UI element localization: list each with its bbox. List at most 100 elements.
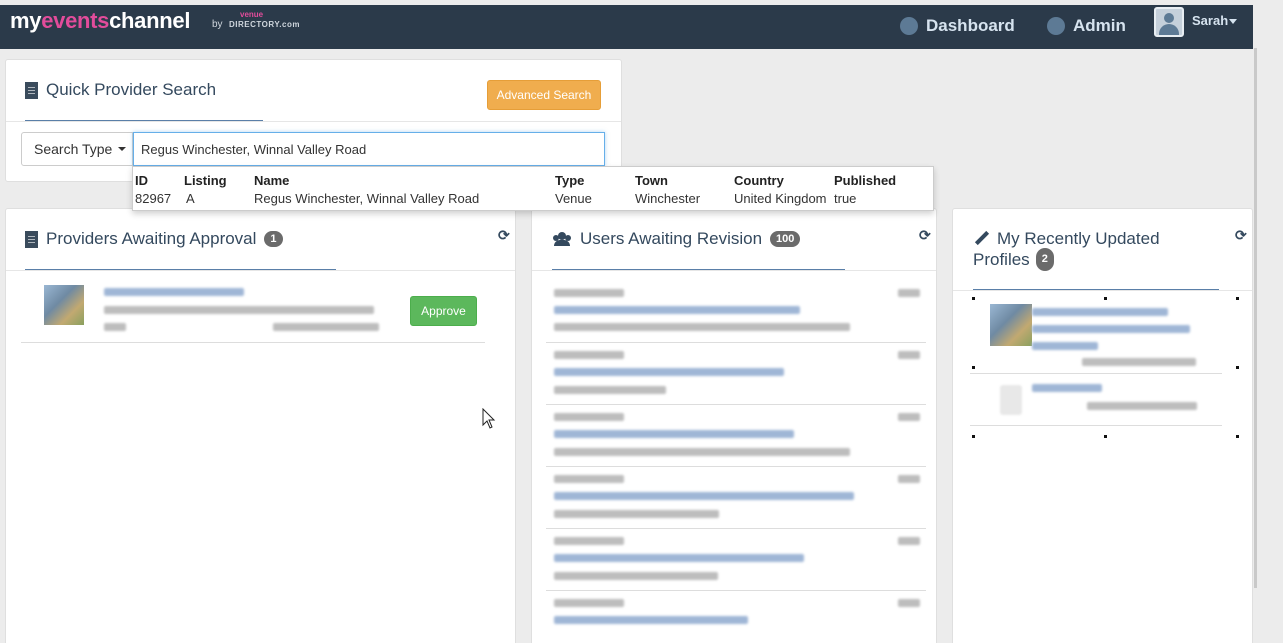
user-email bbox=[554, 430, 794, 438]
providers-title: Providers Awaiting Approval 1 bbox=[25, 229, 283, 249]
dashboard-icon bbox=[900, 17, 918, 35]
mouse-cursor-icon bbox=[482, 408, 496, 429]
user-time bbox=[898, 537, 920, 545]
col-header-name: Name bbox=[254, 173, 290, 188]
selection-handle[interactable] bbox=[1104, 297, 1107, 300]
profile-thumbnail bbox=[990, 304, 1032, 346]
user-id bbox=[554, 289, 624, 297]
user-time bbox=[898, 351, 920, 359]
user-note bbox=[554, 572, 718, 580]
list-divider bbox=[546, 466, 926, 467]
users-count-badge: 100 bbox=[770, 231, 801, 247]
page-scrollbar[interactable] bbox=[1254, 48, 1257, 588]
panel-divider bbox=[6, 121, 621, 122]
search-type-label: Search Type bbox=[34, 141, 113, 157]
provider-details bbox=[104, 306, 374, 314]
user-note bbox=[554, 510, 719, 518]
profile-date bbox=[1082, 358, 1196, 366]
selection-handle[interactable] bbox=[972, 297, 975, 300]
logo-by: by bbox=[212, 19, 223, 30]
list-divider bbox=[970, 373, 1222, 374]
provider-date bbox=[273, 323, 379, 331]
refresh-icon[interactable]: ⟳ bbox=[498, 227, 510, 244]
panel-divider bbox=[6, 270, 515, 271]
nav-dashboard[interactable]: Dashboard bbox=[900, 16, 1015, 36]
list-divider bbox=[546, 342, 926, 343]
user-avatar[interactable] bbox=[1154, 7, 1184, 37]
profile-name bbox=[1032, 342, 1098, 350]
col-header-town: Town bbox=[635, 173, 668, 188]
recent-count-badge: 2 bbox=[1035, 248, 1054, 271]
profile-date bbox=[1087, 402, 1197, 410]
providers-panel bbox=[5, 208, 516, 643]
result-town: Winchester bbox=[635, 191, 701, 206]
approve-button[interactable]: Approve bbox=[410, 296, 477, 326]
selection-handle[interactable] bbox=[1236, 297, 1239, 300]
search-type-dropdown[interactable]: Search Type bbox=[21, 132, 133, 166]
admin-icon bbox=[1047, 17, 1065, 35]
selection-handle[interactable] bbox=[972, 366, 975, 369]
provider-thumbnail bbox=[44, 285, 84, 325]
user-menu-caret-icon[interactable] bbox=[1229, 19, 1237, 24]
brand-logo[interactable]: myeventschannel bbox=[10, 8, 190, 34]
user-email bbox=[554, 492, 854, 500]
col-header-listing: Listing bbox=[184, 173, 227, 188]
nav-dashboard-label: Dashboard bbox=[926, 16, 1015, 35]
result-id: 82967 bbox=[135, 191, 172, 206]
selection-handle[interactable] bbox=[1236, 435, 1239, 438]
building-icon bbox=[25, 81, 38, 99]
recent-title: My Recently Updated Profiles 2 bbox=[973, 229, 1160, 271]
building-icon bbox=[25, 230, 38, 248]
col-header-published: Published bbox=[834, 173, 897, 188]
users-title: Users Awaiting Revision 100 bbox=[552, 229, 801, 249]
search-results-dropdown: ID Listing Name Type Town Country Publis… bbox=[132, 166, 934, 211]
selection-handle[interactable] bbox=[1104, 435, 1107, 438]
users-icon bbox=[552, 232, 572, 246]
list-divider bbox=[546, 590, 926, 591]
user-time bbox=[898, 599, 920, 607]
result-type: Venue bbox=[555, 191, 592, 206]
advanced-search-button[interactable]: Advanced Search bbox=[487, 80, 601, 110]
user-note bbox=[554, 448, 850, 456]
logo-directory: DIRECTORY.com bbox=[229, 20, 300, 29]
users-title-text: Users Awaiting Revision bbox=[580, 229, 763, 248]
col-header-type: Type bbox=[555, 173, 585, 188]
user-time bbox=[898, 475, 920, 483]
profile-name bbox=[1032, 384, 1102, 392]
profile-thumbnail bbox=[1000, 385, 1022, 415]
list-divider bbox=[970, 425, 1222, 426]
selection-handle[interactable] bbox=[1236, 366, 1239, 369]
provider-search-input[interactable] bbox=[133, 132, 605, 166]
provider-details bbox=[104, 323, 126, 331]
nav-admin[interactable]: Admin bbox=[1047, 16, 1126, 36]
pencil-icon bbox=[973, 231, 989, 247]
refresh-icon[interactable]: ⟳ bbox=[1235, 227, 1247, 244]
list-divider bbox=[546, 404, 926, 405]
user-time bbox=[898, 413, 920, 421]
selection-handle[interactable] bbox=[972, 435, 975, 438]
recent-title-line2: Profiles bbox=[973, 250, 1030, 269]
user-email bbox=[554, 554, 804, 562]
result-country: United Kingdom bbox=[734, 191, 827, 206]
logo-venue: venue bbox=[240, 10, 264, 19]
result-published: true bbox=[834, 191, 857, 206]
chevron-down-icon bbox=[118, 147, 127, 151]
user-time bbox=[898, 289, 920, 297]
panel-divider bbox=[953, 290, 1252, 291]
user-email bbox=[554, 306, 800, 314]
user-id bbox=[554, 599, 624, 607]
quick-search-title-text: Quick Provider Search bbox=[46, 80, 217, 99]
refresh-icon[interactable]: ⟳ bbox=[919, 227, 931, 244]
logo-channel: channel bbox=[109, 8, 191, 33]
nav-admin-label: Admin bbox=[1073, 16, 1126, 35]
user-id bbox=[554, 413, 624, 421]
col-header-country: Country bbox=[734, 173, 784, 188]
user-id bbox=[554, 537, 624, 545]
panel-divider bbox=[532, 270, 936, 271]
user-id bbox=[554, 351, 624, 359]
quick-search-title: Quick Provider Search bbox=[25, 80, 216, 100]
col-header-id: ID bbox=[135, 173, 148, 188]
profile-name bbox=[1032, 325, 1190, 333]
user-note bbox=[554, 323, 850, 331]
user-menu[interactable]: Sarah bbox=[1192, 13, 1228, 28]
